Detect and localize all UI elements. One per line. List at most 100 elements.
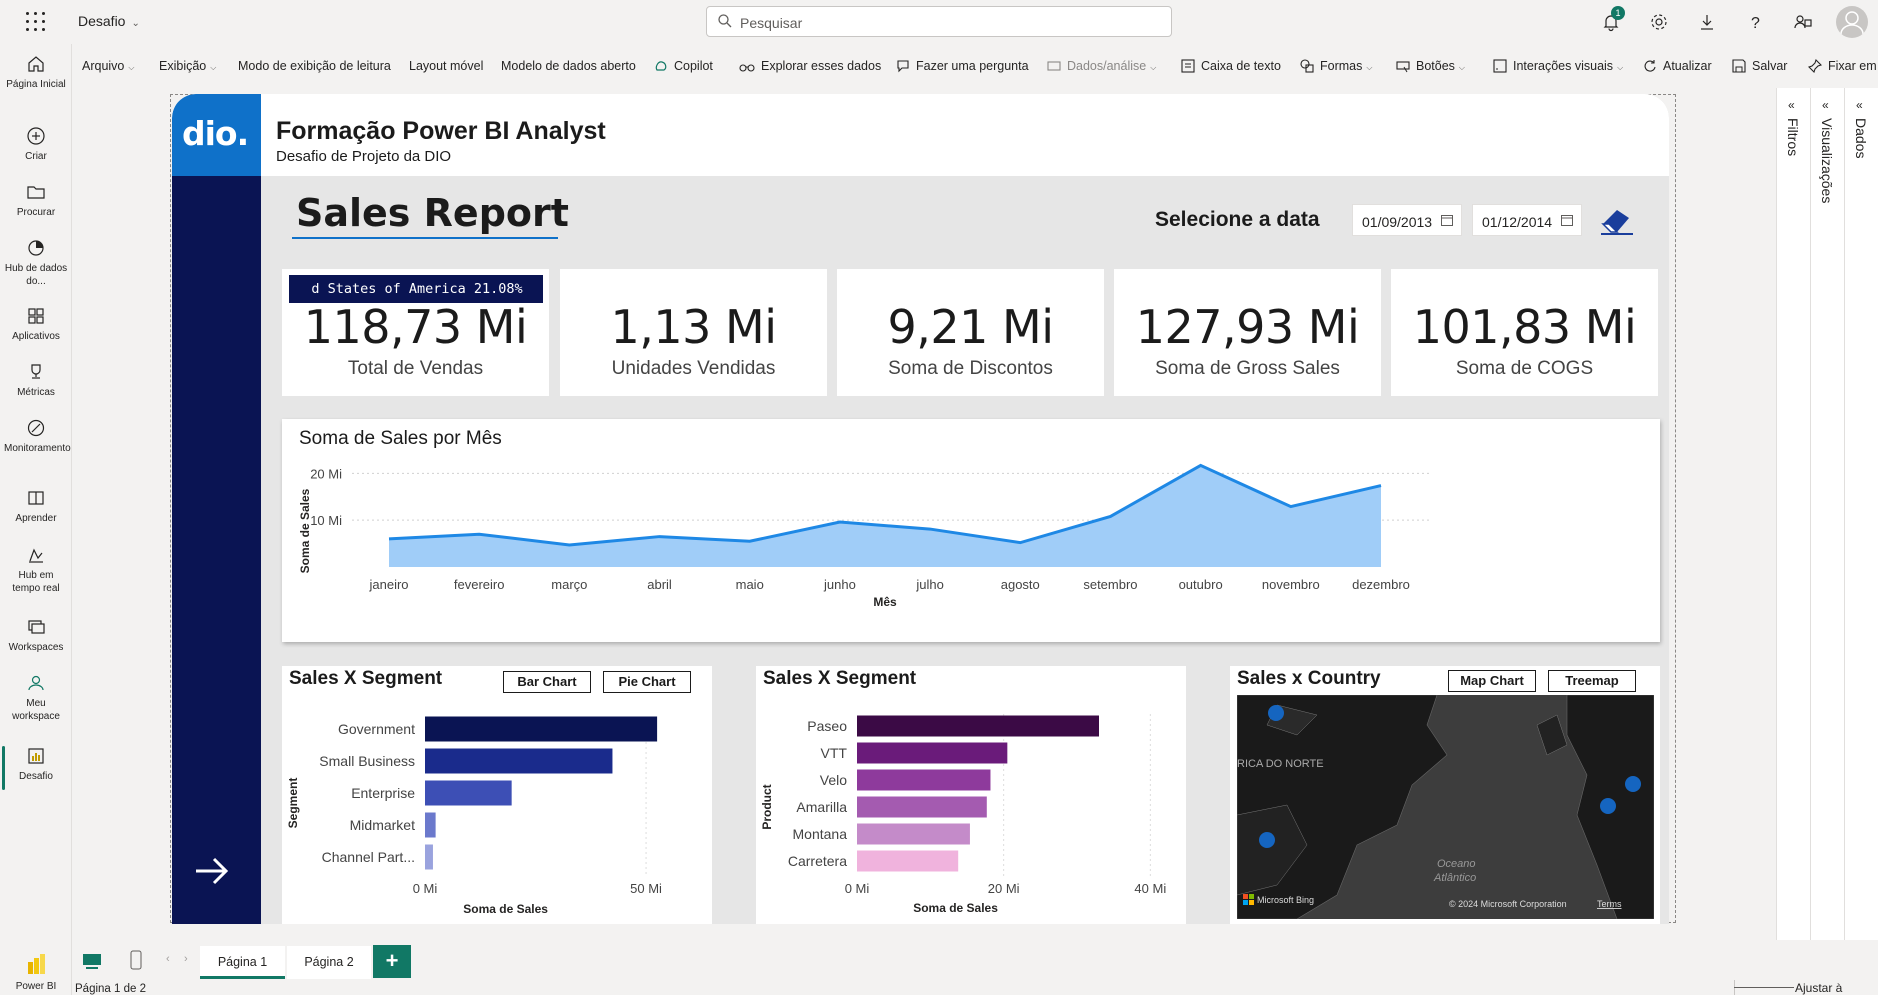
nav-learn[interactable]: Aprender: [0, 488, 72, 525]
nav-metrics[interactable]: Métricas: [0, 362, 72, 399]
sales-by-country-card[interactable]: Sales x Country Map Chart Treemap RICA D…: [1230, 666, 1660, 924]
chevron-down-icon: ⌵: [1458, 63, 1465, 72]
tab-page-1[interactable]: Página 1: [200, 946, 285, 979]
nav-home[interactable]: Página Inicial: [0, 54, 72, 91]
menu-arquivo[interactable]: Arquivo ⌵: [82, 59, 134, 73]
nav-apps[interactable]: Aplicativos: [0, 306, 72, 343]
menu-label: Salvar: [1752, 59, 1788, 73]
share-people-icon[interactable]: [1793, 12, 1813, 32]
chevrons-left-icon: «: [1822, 98, 1829, 112]
nav-browse[interactable]: Procurar: [0, 182, 72, 219]
x-tick-label: outubro: [1179, 577, 1223, 592]
map-chart-button[interactable]: Map Chart: [1448, 670, 1536, 692]
x-tick-label: 50 Mi: [630, 881, 662, 896]
nav-monitoring[interactable]: Monitoramento: [0, 418, 72, 455]
kpi-soma-cogs[interactable]: 101,83 Mi Soma de COGS: [1391, 269, 1658, 396]
chevron-down-icon: ⌵: [1150, 63, 1157, 72]
nav-label: Métricas: [17, 387, 55, 398]
mobile-layout-button[interactable]: Layout móvel: [409, 59, 483, 73]
sales-by-month-card[interactable]: Soma de Sales por Mês 10 Mi 20 Mi janeiro f…: [282, 419, 1660, 642]
kpi-unidades-vendidas[interactable]: 1,13 Mi Unidades Vendidas: [560, 269, 827, 396]
notifications-icon[interactable]: 1: [1601, 6, 1625, 32]
map-bubble[interactable]: [1625, 776, 1641, 792]
kpi-soma-discontos[interactable]: 9,21 Mi Soma de Discontos: [837, 269, 1104, 396]
chevron-down-icon: ⌵: [210, 63, 217, 72]
copilot-button[interactable]: Copilot: [654, 59, 713, 73]
arrow-right-icon[interactable]: [190, 849, 234, 893]
eraser-icon[interactable]: [1599, 204, 1635, 236]
data-analysis-button[interactable]: Dados/análise ⌵: [1047, 59, 1156, 73]
date-end-value: 01/12/2014: [1482, 214, 1553, 230]
date-end-input[interactable]: 01/12/2014: [1472, 204, 1582, 236]
help-icon[interactable]: ?: [1745, 12, 1765, 32]
menu-label: Explorar esses dados: [761, 59, 882, 73]
report-icon: [28, 748, 44, 764]
data-analysis-icon: [1047, 61, 1061, 71]
explore-data-button[interactable]: Explorar esses dados: [739, 59, 881, 73]
map-region-label: RICA DO NORTE: [1237, 758, 1324, 770]
shapes-button[interactable]: Formas ⌵: [1300, 59, 1372, 73]
map-bubble[interactable]: [1268, 705, 1284, 721]
svg-text:?: ?: [1751, 15, 1760, 32]
nav-desafio[interactable]: Desafio: [0, 746, 72, 790]
nav-realtime-hub[interactable]: Hub em tempo real: [0, 545, 72, 595]
nav-create[interactable]: Criar: [0, 126, 72, 163]
map-bubble[interactable]: [1259, 832, 1275, 848]
nav-power-bi[interactable]: Power BI: [0, 952, 72, 993]
data-hub-icon: [28, 240, 44, 256]
download-icon[interactable]: [1697, 12, 1717, 32]
map-view[interactable]: RICA DO NORTE Oceano Atlântico Microsoft…: [1237, 695, 1654, 919]
fit-page-button[interactable]: Ajustar à página: [1795, 981, 1878, 995]
ask-question-button[interactable]: Fazer uma pergunta: [896, 59, 1029, 73]
nav-data-hub[interactable]: Hub de dados do...: [0, 238, 72, 288]
textbox-button[interactable]: Caixa de texto: [1181, 59, 1281, 73]
visual-interactions-button[interactable]: Interações visuais ⌵: [1493, 59, 1623, 73]
menu-exibicao[interactable]: Exibição ⌵: [159, 59, 216, 73]
mobile-view-icon[interactable]: [130, 950, 142, 970]
pin-button[interactable]: Fixar em: [1808, 59, 1877, 73]
next-page-icon[interactable]: ›: [184, 953, 188, 965]
kpi-total-vendas[interactable]: 118,73 Mi Total de Vendas d States of Am…: [282, 269, 549, 396]
treemap-button[interactable]: Treemap: [1548, 670, 1636, 692]
open-data-model-button[interactable]: Modelo de dados aberto: [501, 59, 636, 73]
desktop-view-icon[interactable]: [82, 953, 102, 969]
save-button[interactable]: Salvar: [1732, 59, 1787, 73]
textbox-icon: [1181, 59, 1195, 73]
buttons-button[interactable]: Botões ⌵: [1396, 59, 1465, 73]
date-start-input[interactable]: 01/09/2013: [1352, 204, 1462, 236]
workspace-title-dropdown[interactable]: Desafio ⌄: [78, 13, 140, 29]
kpi-soma-gross-sales[interactable]: 127,93 Mi Soma de Gross Sales: [1114, 269, 1381, 396]
x-tick-label: janeiro: [368, 577, 408, 592]
settings-icon[interactable]: [1649, 12, 1669, 32]
user-avatar[interactable]: [1836, 6, 1868, 38]
bar: [425, 780, 512, 806]
map-terms-link[interactable]: Terms: [1597, 899, 1622, 909]
search-box[interactable]: Pesquisar: [706, 6, 1172, 37]
y-axis-title: Product: [760, 784, 774, 829]
nav-workspaces[interactable]: Workspaces: [0, 617, 72, 654]
app-launcher-icon[interactable]: [26, 12, 46, 32]
x-tick-label: junho: [823, 577, 856, 592]
y-tick-label: 20 Mi: [310, 466, 342, 481]
button-icon: [1396, 61, 1410, 73]
category-label: VTT: [821, 745, 848, 761]
sales-by-segment-card[interactable]: Sales X Segment Bar Chart Pie Chart 0 Mi…: [282, 666, 712, 924]
save-icon: [1732, 59, 1746, 73]
bar: [857, 823, 970, 845]
visualizations-pane-toggle[interactable]: « Visualizações: [1810, 88, 1843, 940]
nav-my-workspace[interactable]: Meu workspace: [0, 673, 72, 723]
prev-page-icon[interactable]: ‹: [166, 953, 170, 965]
map-ocean-label: Oceano: [1437, 858, 1476, 870]
reading-view-button[interactable]: Modo de exibição de leitura: [238, 59, 391, 73]
map-bubble[interactable]: [1600, 798, 1616, 814]
data-pane-toggle[interactable]: « Dados: [1844, 88, 1877, 940]
tab-page-2[interactable]: Página 2: [287, 946, 371, 979]
dio-logo: dio.: [172, 94, 261, 176]
chevron-down-icon: ⌄: [131, 18, 140, 29]
zoom-slider[interactable]: [1734, 987, 1794, 988]
refresh-button[interactable]: Atualizar: [1643, 59, 1712, 73]
add-page-button[interactable]: +: [373, 945, 411, 978]
filters-pane-toggle[interactable]: « Filtros: [1776, 88, 1809, 940]
shapes-icon: [1300, 59, 1314, 73]
sales-by-product-card[interactable]: Sales X Segment 0 Mi 20 Mi 40 Mi Paseo VTT Ve…: [756, 666, 1186, 924]
